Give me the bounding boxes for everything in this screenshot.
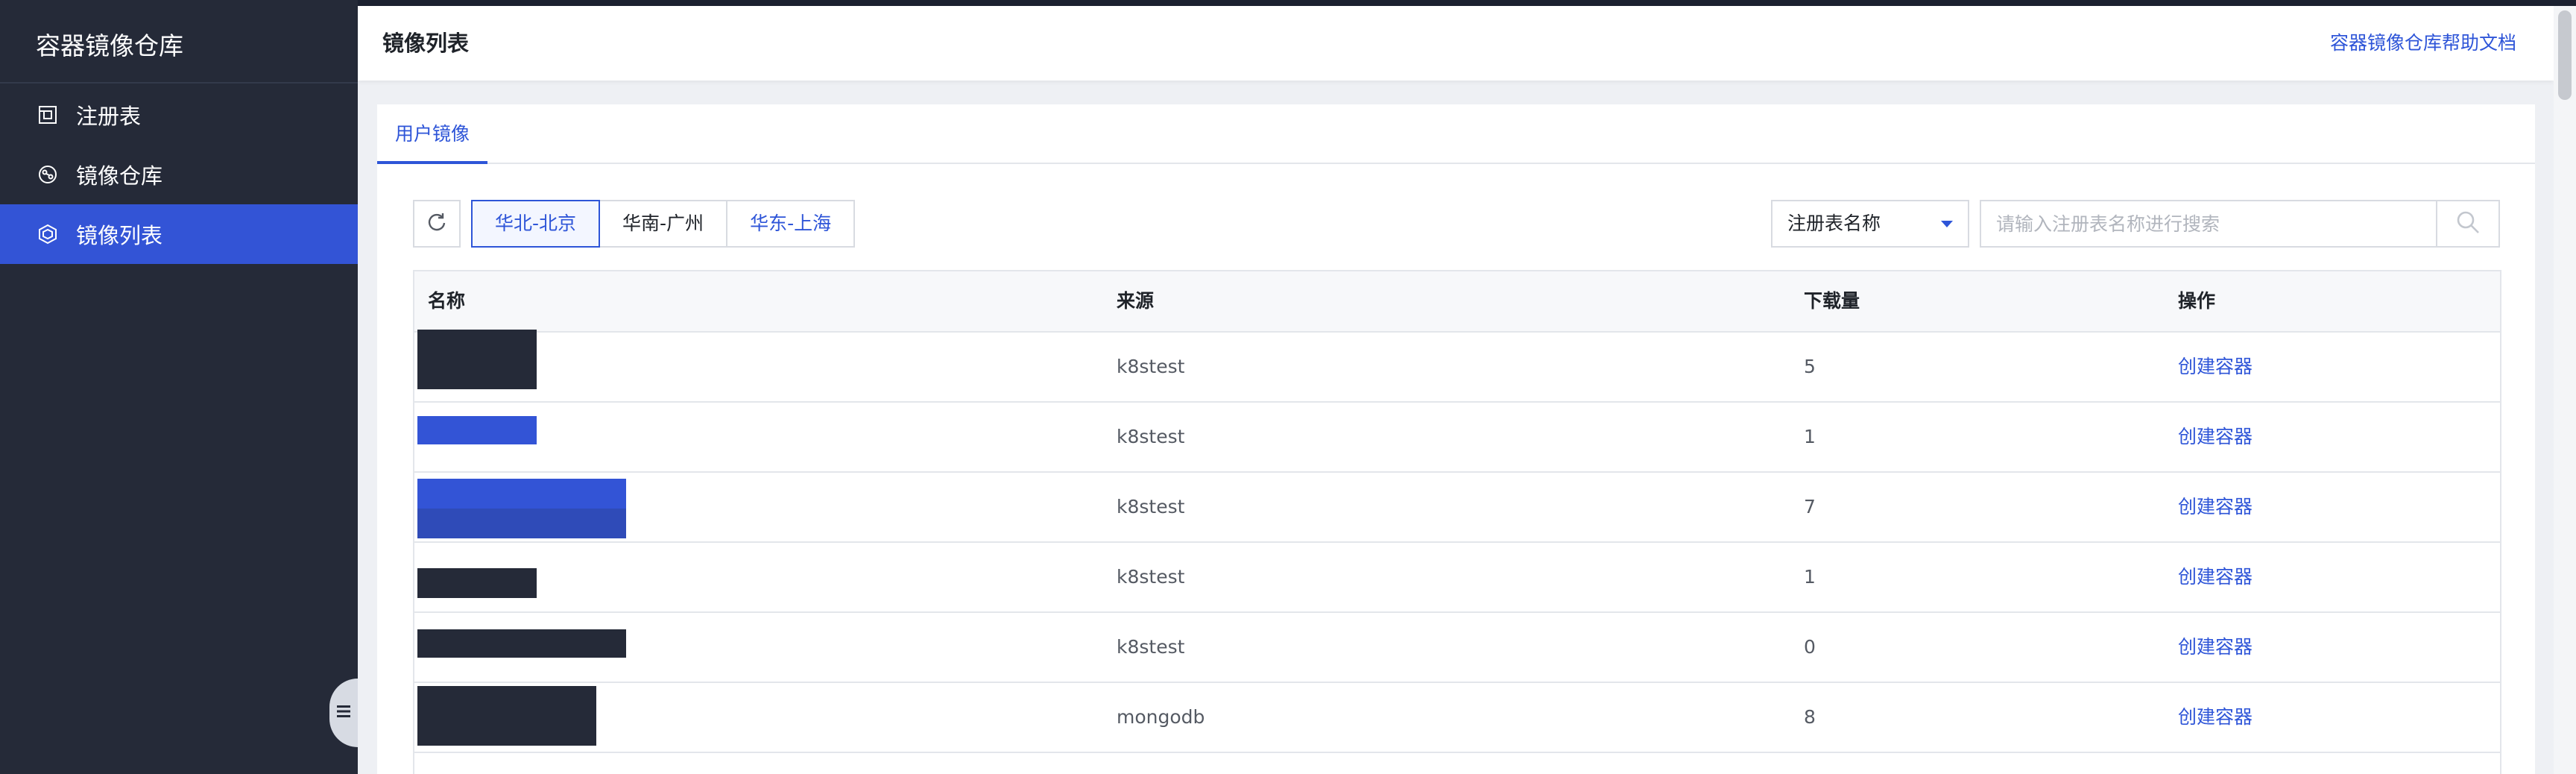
search-button[interactable] xyxy=(2436,200,2500,248)
sidebar-item-label: 镜像列表 xyxy=(76,223,163,248)
repository-icon xyxy=(36,163,60,186)
cell-source: k8stest xyxy=(1117,566,1185,588)
search-box xyxy=(1980,200,2437,248)
sidebar: 容器镜像仓库 注册表 镜像仓库 镜像列表 xyxy=(0,0,358,774)
collapse-icon xyxy=(335,703,352,723)
table-row: mongodb 8 创建容器 xyxy=(414,683,2500,753)
cell-downloads: 5 xyxy=(1804,356,1816,377)
cell-source: k8stest xyxy=(1117,496,1185,517)
content-card: 用户镜像 华北-北京 华南-广州 华东-上海 注册表名称 名称 来源 下载量 操… xyxy=(377,104,2535,774)
tab-bar: 用户镜像 xyxy=(377,104,2535,164)
top-bar xyxy=(0,0,2576,6)
registry-icon xyxy=(36,103,60,127)
sidebar-brand: 容器镜像仓库 xyxy=(0,6,358,84)
scrollbar-thumb[interactable] xyxy=(2558,10,2572,100)
refresh-button[interactable] xyxy=(413,200,461,248)
column-header-downloads: 下载量 xyxy=(1804,290,1860,312)
region-shanghai[interactable]: 华东-上海 xyxy=(726,200,856,248)
column-header-name: 名称 xyxy=(428,290,466,312)
cell-downloads: 0 xyxy=(1804,636,1816,658)
create-container-link[interactable]: 创建容器 xyxy=(2178,543,2253,611)
region-guangzhou[interactable]: 华南-广州 xyxy=(599,200,728,248)
sidebar-item-registry[interactable]: 注册表 xyxy=(0,85,358,145)
page-title: 镜像列表 xyxy=(382,31,470,56)
redacted-name xyxy=(417,686,596,746)
create-container-link[interactable]: 创建容器 xyxy=(2178,683,2253,752)
filter-select[interactable]: 注册表名称 xyxy=(1771,200,1969,248)
page-header: 镜像列表 容器镜像仓库帮助文档 xyxy=(358,6,2554,81)
table-row: k8stest 1 创建容器 xyxy=(414,543,2500,613)
refresh-icon xyxy=(426,211,448,236)
image-table: 名称 来源 下载量 操作 k8stest 5 创建容器 k8stest 1 创建… xyxy=(413,270,2501,774)
table-row: k8stest 0 创建容器 xyxy=(414,613,2500,683)
region-selector: 华北-北京 华南-广州 华东-上海 xyxy=(471,200,856,248)
cell-source: mongodb xyxy=(1117,706,1205,728)
column-header-action: 操作 xyxy=(2178,290,2216,312)
redacted-name xyxy=(417,509,626,538)
caret-down-icon xyxy=(1941,221,1953,227)
cell-downloads: 8 xyxy=(1804,706,1816,728)
region-beijing[interactable]: 华北-北京 xyxy=(471,200,601,248)
sidebar-item-image-list[interactable]: 镜像列表 xyxy=(0,204,358,264)
sidebar-item-label: 注册表 xyxy=(76,104,142,129)
table-row: k8stest 1 创建容器 xyxy=(414,403,2500,473)
redacted-name xyxy=(417,416,537,444)
redacted-name xyxy=(417,629,626,658)
scrollbar-track[interactable] xyxy=(2554,6,2576,774)
table-row: k8stest 5 创建容器 xyxy=(414,330,2500,403)
search-icon xyxy=(2455,210,2481,238)
cell-source: k8stest xyxy=(1117,426,1185,447)
help-doc-link[interactable]: 容器镜像仓库帮助文档 xyxy=(2330,6,2516,81)
redacted-name xyxy=(417,568,537,598)
filter-select-value: 注册表名称 xyxy=(1787,213,1881,234)
cell-downloads: 1 xyxy=(1804,426,1816,447)
tab-user-images[interactable]: 用户镜像 xyxy=(377,104,488,164)
cell-downloads: 1 xyxy=(1804,566,1816,588)
cell-source: k8stest xyxy=(1117,356,1185,377)
search-input[interactable] xyxy=(1981,201,2434,246)
redacted-name xyxy=(417,330,537,389)
sidebar-menu: 注册表 镜像仓库 镜像列表 xyxy=(0,85,358,264)
sidebar-item-repository[interactable]: 镜像仓库 xyxy=(0,145,358,204)
cell-source: k8stest xyxy=(1117,636,1185,658)
table-row: k8stest 7 创建容器 xyxy=(414,473,2500,543)
redacted-name xyxy=(417,479,626,509)
create-container-link[interactable]: 创建容器 xyxy=(2178,333,2253,401)
sidebar-item-label: 镜像仓库 xyxy=(76,163,163,189)
create-container-link[interactable]: 创建容器 xyxy=(2178,403,2253,471)
create-container-link[interactable]: 创建容器 xyxy=(2178,473,2253,541)
cell-downloads: 7 xyxy=(1804,496,1816,517)
image-list-icon xyxy=(36,222,60,246)
sidebar-collapse-handle[interactable] xyxy=(329,679,358,747)
create-container-link[interactable]: 创建容器 xyxy=(2178,613,2253,682)
table-header: 名称 来源 下载量 操作 xyxy=(414,271,2500,333)
column-header-source: 来源 xyxy=(1117,290,1155,312)
